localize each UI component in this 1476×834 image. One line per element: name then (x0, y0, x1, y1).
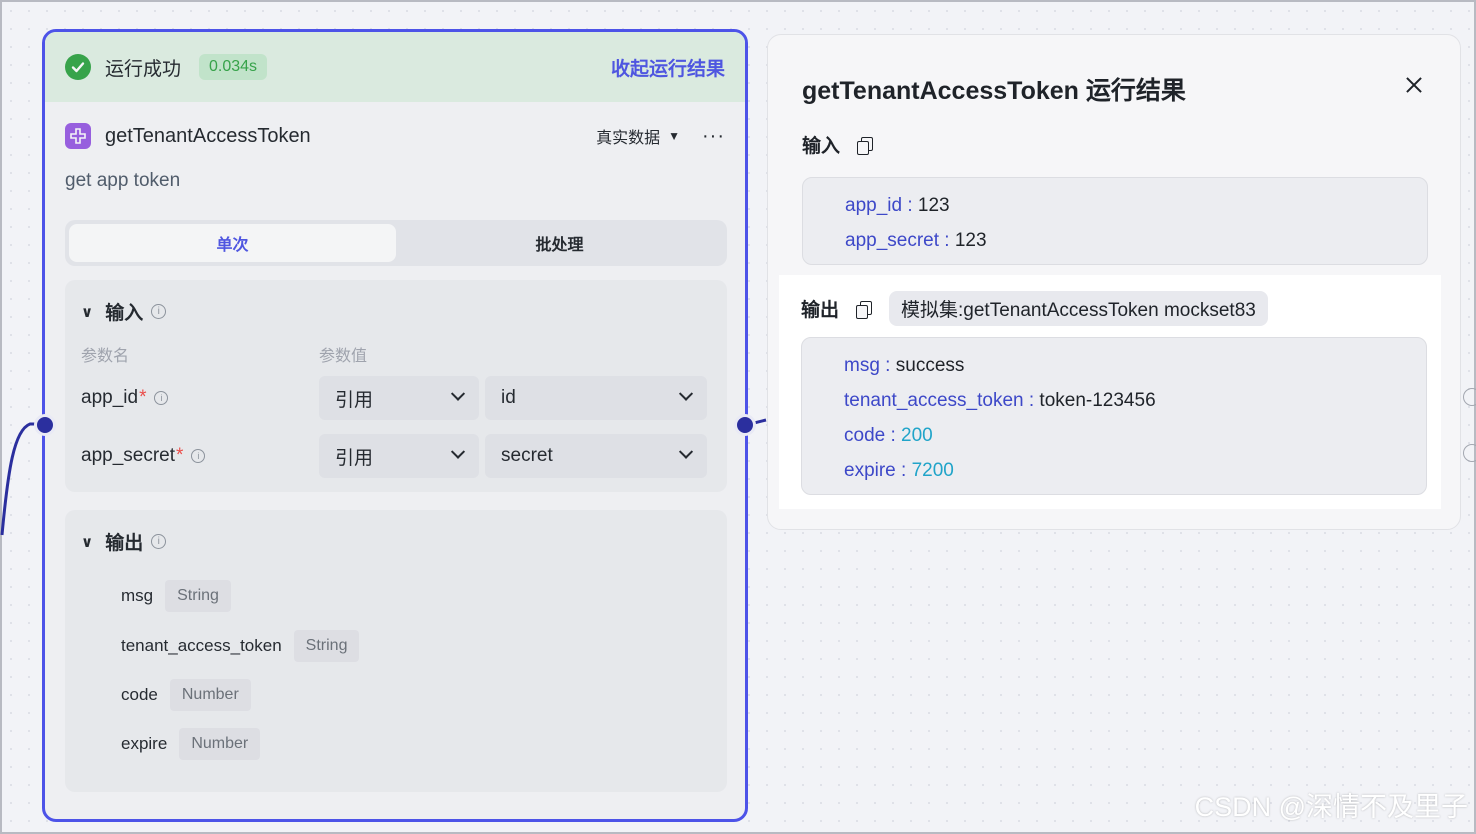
output-field: msg String (121, 580, 231, 612)
output-port[interactable] (734, 414, 756, 436)
result-value: 7200 (911, 460, 954, 481)
node-description: get app token (65, 170, 181, 191)
param-value: id (501, 387, 516, 408)
run-status-text: 运行成功 (105, 58, 182, 80)
result-input-box: app_id : 123 app_secret : 123 (802, 177, 1428, 265)
result-key: app_secret (845, 230, 940, 251)
node-title: getTenantAccessToken (105, 124, 311, 147)
info-icon[interactable]: i (151, 534, 167, 549)
param-name-text: app_id (81, 387, 139, 408)
result-output-row: msg : success (844, 355, 965, 376)
param-row-app-id: app_id * i 引用 id (81, 376, 711, 420)
result-key: code (844, 425, 886, 446)
result-key: msg (844, 355, 880, 376)
result-value: 200 (901, 425, 933, 446)
chevron-down-icon (450, 444, 466, 459)
param-name: app_secret * i (81, 445, 319, 467)
chevron-down-icon (450, 386, 466, 401)
param-name: app_id * i (81, 387, 319, 409)
close-icon[interactable] (1402, 73, 1426, 97)
info-icon[interactable]: i (154, 391, 169, 405)
result-value: 123 (917, 195, 950, 216)
required-mark: * (176, 445, 184, 466)
output-field-name: msg (121, 586, 154, 605)
chevron-down-icon: ∨ (81, 533, 94, 551)
mockset-tag: 模拟集:getTenantAccessToken mockset83 (889, 291, 1268, 326)
run-result-bar: 运行成功 0.034s 收起运行结果 (45, 32, 745, 102)
copy-icon[interactable] (856, 136, 874, 155)
param-row-app-secret: app_secret * i 引用 secret (81, 434, 711, 478)
output-field: code Number (121, 679, 251, 711)
result-value: 123 (954, 230, 987, 251)
param-value-column-label: 参数值 (319, 348, 368, 365)
input-section: ∨ 输入 i 参数名 参数值 app_id * i 引用 id app_secr… (65, 280, 727, 492)
param-mode-value: 引用 (335, 447, 374, 469)
output-field: tenant_access_token String (121, 630, 360, 662)
output-field-type: String (293, 630, 360, 662)
tab-single[interactable]: 单次 (69, 224, 396, 262)
output-field-name: code (121, 685, 158, 704)
param-mode-select[interactable]: 引用 (319, 376, 479, 420)
result-input-row: app_secret : 123 (845, 230, 987, 251)
result-output-highlight: 输出 模拟集:getTenantAccessToken mockset83 ms… (779, 275, 1441, 509)
output-field-type: String (165, 580, 231, 612)
side-circle-icon (1463, 388, 1476, 406)
info-icon[interactable]: i (191, 449, 206, 463)
watermark: CSDN @深情不及里子 (1194, 792, 1468, 822)
output-field: expire Number (121, 728, 261, 760)
chevron-down-icon (678, 386, 694, 401)
output-section: ∨ 输出 i msg String tenant_access_token St… (65, 510, 727, 792)
data-mode-dropdown[interactable]: 真实数据 ▼ (596, 124, 680, 148)
node-header: getTenantAccessToken 真实数据 ▼ ··· (65, 120, 725, 152)
result-output-row: code : 200 (844, 425, 933, 446)
result-input-label: 输入 (802, 131, 874, 158)
param-value-select[interactable]: id (485, 376, 707, 420)
chevron-down-icon (678, 444, 694, 459)
success-check-icon (65, 54, 91, 80)
run-time-badge: 0.034s (199, 54, 268, 80)
result-input-row: app_id : 123 (845, 195, 950, 216)
plugin-node-card[interactable]: 运行成功 0.034s 收起运行结果 getTenantAccessToken … (42, 29, 748, 822)
result-input-heading: 输入 (802, 136, 841, 157)
run-mode-tabs: 单次 批处理 (65, 220, 727, 266)
result-value: token-123456 (1039, 390, 1156, 411)
result-output-heading: 输出 (801, 300, 840, 321)
result-output-row: expire : 7200 (844, 460, 954, 481)
param-mode-select[interactable]: 引用 (319, 434, 479, 478)
output-field-type: Number (169, 679, 251, 711)
output-heading: 输出 (105, 533, 144, 554)
tab-batch[interactable]: 批处理 (396, 224, 723, 262)
chevron-down-icon: ∨ (81, 303, 94, 321)
input-heading: 输入 (105, 303, 144, 324)
copy-icon[interactable] (855, 300, 873, 319)
param-value: secret (501, 445, 553, 466)
side-circle-icon (1463, 444, 1476, 462)
result-key: app_id (845, 195, 903, 216)
param-name-column-label: 参数名 (81, 348, 130, 365)
caret-down-icon: ▼ (668, 129, 681, 143)
param-value-select[interactable]: secret (485, 434, 707, 478)
result-key: expire (844, 460, 896, 481)
output-field-name: tenant_access_token (121, 636, 282, 655)
required-mark: * (139, 387, 147, 408)
more-options-icon[interactable]: ··· (702, 125, 725, 148)
collapse-result-link[interactable]: 收起运行结果 (611, 54, 725, 81)
panel-title: getTenantAccessToken 运行结果 (802, 77, 1186, 105)
result-output-row: tenant_access_token : token-123456 (844, 390, 1156, 411)
output-field-name: expire (121, 734, 168, 753)
result-output-box: msg : success tenant_access_token : toke… (801, 337, 1427, 495)
result-value: success (895, 355, 965, 376)
param-name-text: app_secret (81, 445, 176, 466)
data-mode-label: 真实数据 (596, 130, 661, 147)
param-mode-value: 引用 (335, 389, 374, 411)
result-output-label: 输出 模拟集:getTenantAccessToken mockset83 (801, 291, 1268, 326)
info-icon[interactable]: i (151, 304, 167, 319)
input-section-header[interactable]: ∨ 输入 i (81, 298, 167, 325)
output-field-type: Number (179, 728, 261, 760)
plugin-icon (65, 123, 91, 149)
result-key: tenant_access_token (844, 390, 1024, 411)
output-section-header[interactable]: ∨ 输出 i (81, 528, 167, 555)
input-port[interactable] (34, 414, 56, 436)
